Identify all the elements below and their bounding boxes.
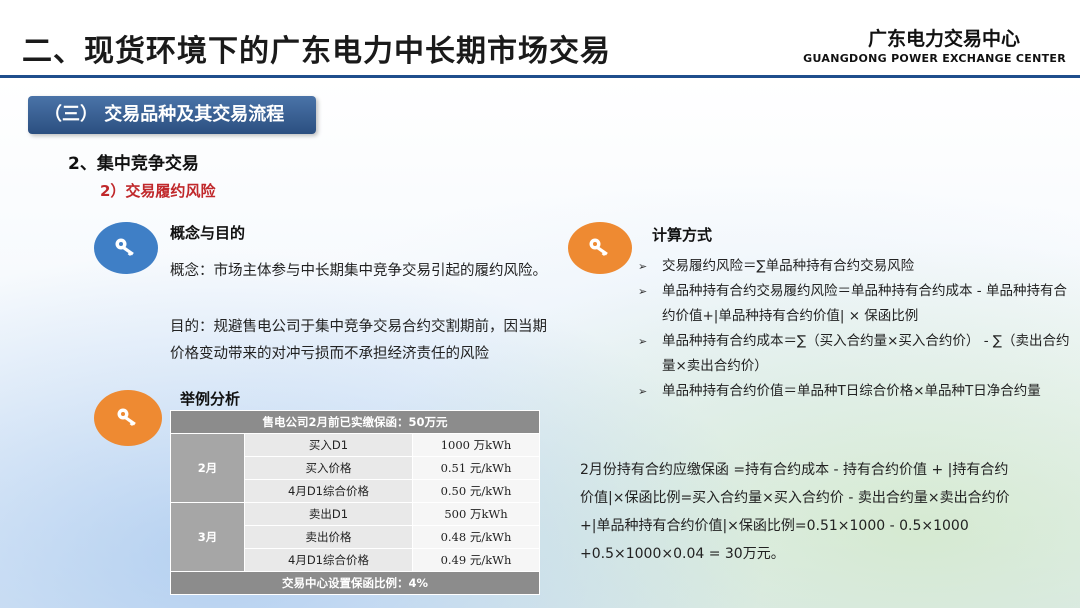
table-row: 3月 卖出D1 500 万kWh <box>170 502 540 572</box>
arrow-bullet-icon: ➢ <box>638 335 648 348</box>
month-cell: 2月 <box>170 433 245 503</box>
page-title: 二、现货环境下的广东电力中长期市场交易 <box>22 34 611 69</box>
organization-name-en: GUANGDONG POWER EXCHANGE CENTER <box>803 52 1066 65</box>
item-cell: 卖出D1 <box>244 502 413 526</box>
slide-header: 二、现货环境下的广东电力中长期市场交易 广东电力交易中心 GUANGDONG P… <box>0 0 1080 78</box>
key-icon <box>117 408 136 426</box>
list-item: ➢ 单品种持有合约成本＝∑（买入合约量×买入合约价） - ∑（卖出合约量×卖出合约… <box>636 329 1076 379</box>
organization-name-cn: 广东电力交易中心 <box>867 28 1020 50</box>
month-cell: 3月 <box>170 502 245 572</box>
key-icon <box>115 238 134 256</box>
example-formula: 2月份持有合约应缴保函 =持有合约成本 - 持有合约价值 + |持有合约价值|×… <box>580 462 1010 562</box>
key-icon <box>589 238 608 256</box>
example-heading: 举例分析 <box>180 390 241 408</box>
subsection-subtitle: 2）交易履约风险 <box>100 182 216 200</box>
arrow-bullet-icon: ➢ <box>638 260 648 273</box>
value-cell: 0.49 元/kWh <box>412 548 540 572</box>
list-item-text: 单品种持有合约成本＝∑（买入合约量×买入合约价） - ∑（卖出合约量×卖出合约价… <box>662 333 1070 374</box>
calculation-key-icon <box>568 222 632 274</box>
list-item-text: 单品种持有合约交易履约风险＝单品种持有合约成本 - 单品种持有合约价值+|单品种… <box>662 283 1067 324</box>
arrow-bullet-icon: ➢ <box>638 285 648 298</box>
list-item: ➢ 单品种持有合约价值＝单品种T日综合价格×单品种T日净合约量 <box>636 379 1076 404</box>
list-item: ➢ 交易履约风险＝∑单品种持有合约交易风险 <box>636 254 1076 279</box>
section-label: （三） 交易品种及其交易流程 <box>28 96 316 134</box>
item-cell: 买入D1 <box>244 433 413 457</box>
calculation-heading: 计算方式 <box>652 226 713 244</box>
table-footer-cell: 交易中心设置保函比例：4% <box>170 571 540 595</box>
item-cell: 卖出价格 <box>244 525 413 549</box>
concept-heading: 概念与目的 <box>170 224 246 242</box>
value-cell: 500 万kWh <box>412 502 540 526</box>
value-cell: 0.51 元/kWh <box>412 456 540 480</box>
table-row: 2月 买入D1 1000 万kWh <box>170 433 540 503</box>
subsection-title: 2、集中竞争交易 <box>68 154 199 174</box>
list-item: ➢ 单品种持有合约交易履约风险＝单品种持有合约成本 - 单品种持有合约价值+|单品… <box>636 279 1076 329</box>
concept-purpose: 目的：规避售电公司于集中竞争交易合约交割期前，因当期价格变动带来的对冲亏损而不承… <box>170 319 547 362</box>
calculation-list: ➢ 交易履约风险＝∑单品种持有合约交易风险 ➢ 单品种持有合约交易履约风险＝单品种持… <box>636 254 1076 404</box>
value-cell: 0.50 元/kWh <box>412 479 540 503</box>
list-item-text: 单品种持有合约价值＝单品种T日综合价格×单品种T日净合约量 <box>662 383 1041 399</box>
example-key-icon <box>94 390 162 446</box>
list-item-text: 交易履约风险＝∑单品种持有合约交易风险 <box>662 258 915 274</box>
value-cell: 1000 万kWh <box>412 433 540 457</box>
item-cell: 买入价格 <box>244 456 413 480</box>
table-header-cell: 售电公司2月前已实缴保函：50万元 <box>170 410 540 434</box>
concept-definition: 概念：市场主体参与中长期集中竞争交易引起的履约风险。 <box>170 263 547 279</box>
arrow-bullet-icon: ➢ <box>638 385 648 398</box>
item-cell: 4月D1综合价格 <box>244 479 413 503</box>
item-cell: 4月D1综合价格 <box>244 548 413 572</box>
example-table: 售电公司2月前已实缴保函：50万元 2月 买入D1 1000 万kWh 买入价格… <box>170 410 540 595</box>
concept-key-icon <box>94 222 158 274</box>
table-header-row: 售电公司2月前已实缴保函：50万元 <box>170 410 540 434</box>
table-footer-row: 交易中心设置保函比例：4% <box>170 571 540 595</box>
value-cell: 0.48 元/kWh <box>412 525 540 549</box>
